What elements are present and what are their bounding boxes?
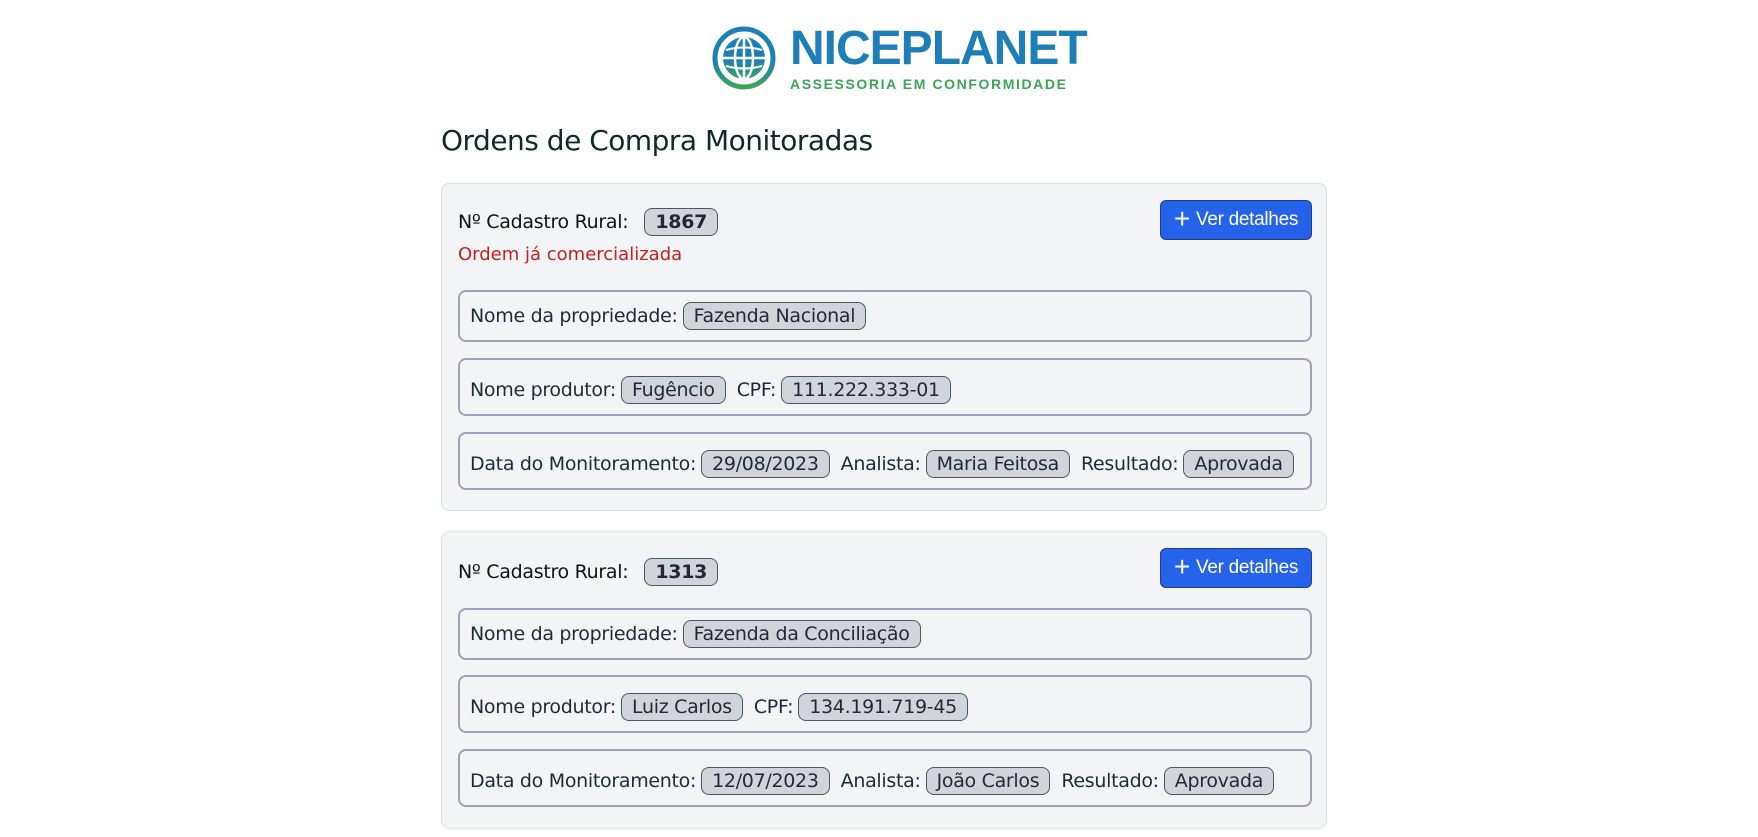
produtor-value: Fugêncio <box>621 376 726 404</box>
ver-detalhes-button[interactable]: + Ver detalhes <box>1160 200 1312 240</box>
plus-icon: + <box>1173 202 1190 234</box>
brand-name: NICEPLANET <box>790 22 1088 75</box>
analista-label: Analista: <box>840 770 921 792</box>
cpf-value: 111.222.333-01 <box>781 376 951 404</box>
cpf-label: CPF: <box>753 696 794 718</box>
analista-value: João Carlos <box>925 767 1051 795</box>
propriedade-label: Nome da propriedade: <box>470 623 678 645</box>
data-value: 29/08/2023 <box>701 450 830 478</box>
propriedade-value: Fazenda da Conciliação <box>682 620 921 648</box>
niceplanet-logo: NICEPLANET ASSESSORIA EM CONFORMIDADE <box>712 22 1088 92</box>
analista-value: Maria Feitosa <box>925 450 1070 478</box>
cadastro-header: Nº Cadastro Rural: 1867 <box>458 208 719 236</box>
resultado-label: Resultado: <box>1080 453 1179 475</box>
propriedade-value: Fazenda Nacional <box>682 302 867 330</box>
producer-row: Nome produtor: Fugêncio CPF: 111.222.333… <box>458 358 1312 416</box>
data-label: Data do Monitoramento: <box>470 770 697 792</box>
cadastro-number: 1313 <box>644 558 719 586</box>
cadastro-header: Nº Cadastro Rural: 1313 <box>458 558 719 586</box>
cpf-label: CPF: <box>736 379 777 401</box>
globe-icon <box>712 26 776 90</box>
resultado-value: Aprovada <box>1183 450 1294 478</box>
ver-detalhes-label: Ver detalhes <box>1196 209 1299 230</box>
produtor-label: Nome produtor: <box>470 696 617 718</box>
order-status: Ordem já comercializada <box>458 244 683 265</box>
resultado-label: Resultado: <box>1061 770 1159 792</box>
cadastro-number: 1867 <box>644 208 719 236</box>
produtor-value: Luiz Carlos <box>621 693 743 721</box>
propriedade-label: Nome da propriedade: <box>470 305 678 327</box>
produtor-label: Nome produtor: <box>470 379 617 401</box>
order-card: Nº Cadastro Rural: 1867 Ordem já comerci… <box>441 183 1327 511</box>
data-label: Data do Monitoramento: <box>470 453 697 475</box>
analista-label: Analista: <box>840 453 921 475</box>
data-value: 12/07/2023 <box>701 767 830 795</box>
cadastro-label: Nº Cadastro Rural: <box>458 561 629 583</box>
property-row: Nome da propriedade: Fazenda Nacional <box>458 290 1312 342</box>
property-row: Nome da propriedade: Fazenda da Concilia… <box>458 608 1312 660</box>
plus-icon: + <box>1173 550 1190 582</box>
resultado-value: Aprovada <box>1163 767 1275 795</box>
monitoring-row: Data do Monitoramento: 29/08/2023 Analis… <box>458 432 1312 490</box>
brand-tagline: ASSESSORIA EM CONFORMIDADE <box>790 76 1068 92</box>
ver-detalhes-label: Ver detalhes <box>1196 557 1299 578</box>
page-title: Ordens de Compra Monitoradas <box>441 124 873 157</box>
ver-detalhes-button[interactable]: + Ver detalhes <box>1160 548 1312 588</box>
cpf-value: 134.191.719-45 <box>798 693 968 721</box>
cadastro-label: Nº Cadastro Rural: <box>458 211 629 233</box>
order-card: Nº Cadastro Rural: 1313 + Ver detalhes N… <box>441 531 1327 829</box>
producer-row: Nome produtor: Luiz Carlos CPF: 134.191.… <box>458 675 1312 733</box>
monitoring-row: Data do Monitoramento: 12/07/2023 Analis… <box>458 749 1312 807</box>
